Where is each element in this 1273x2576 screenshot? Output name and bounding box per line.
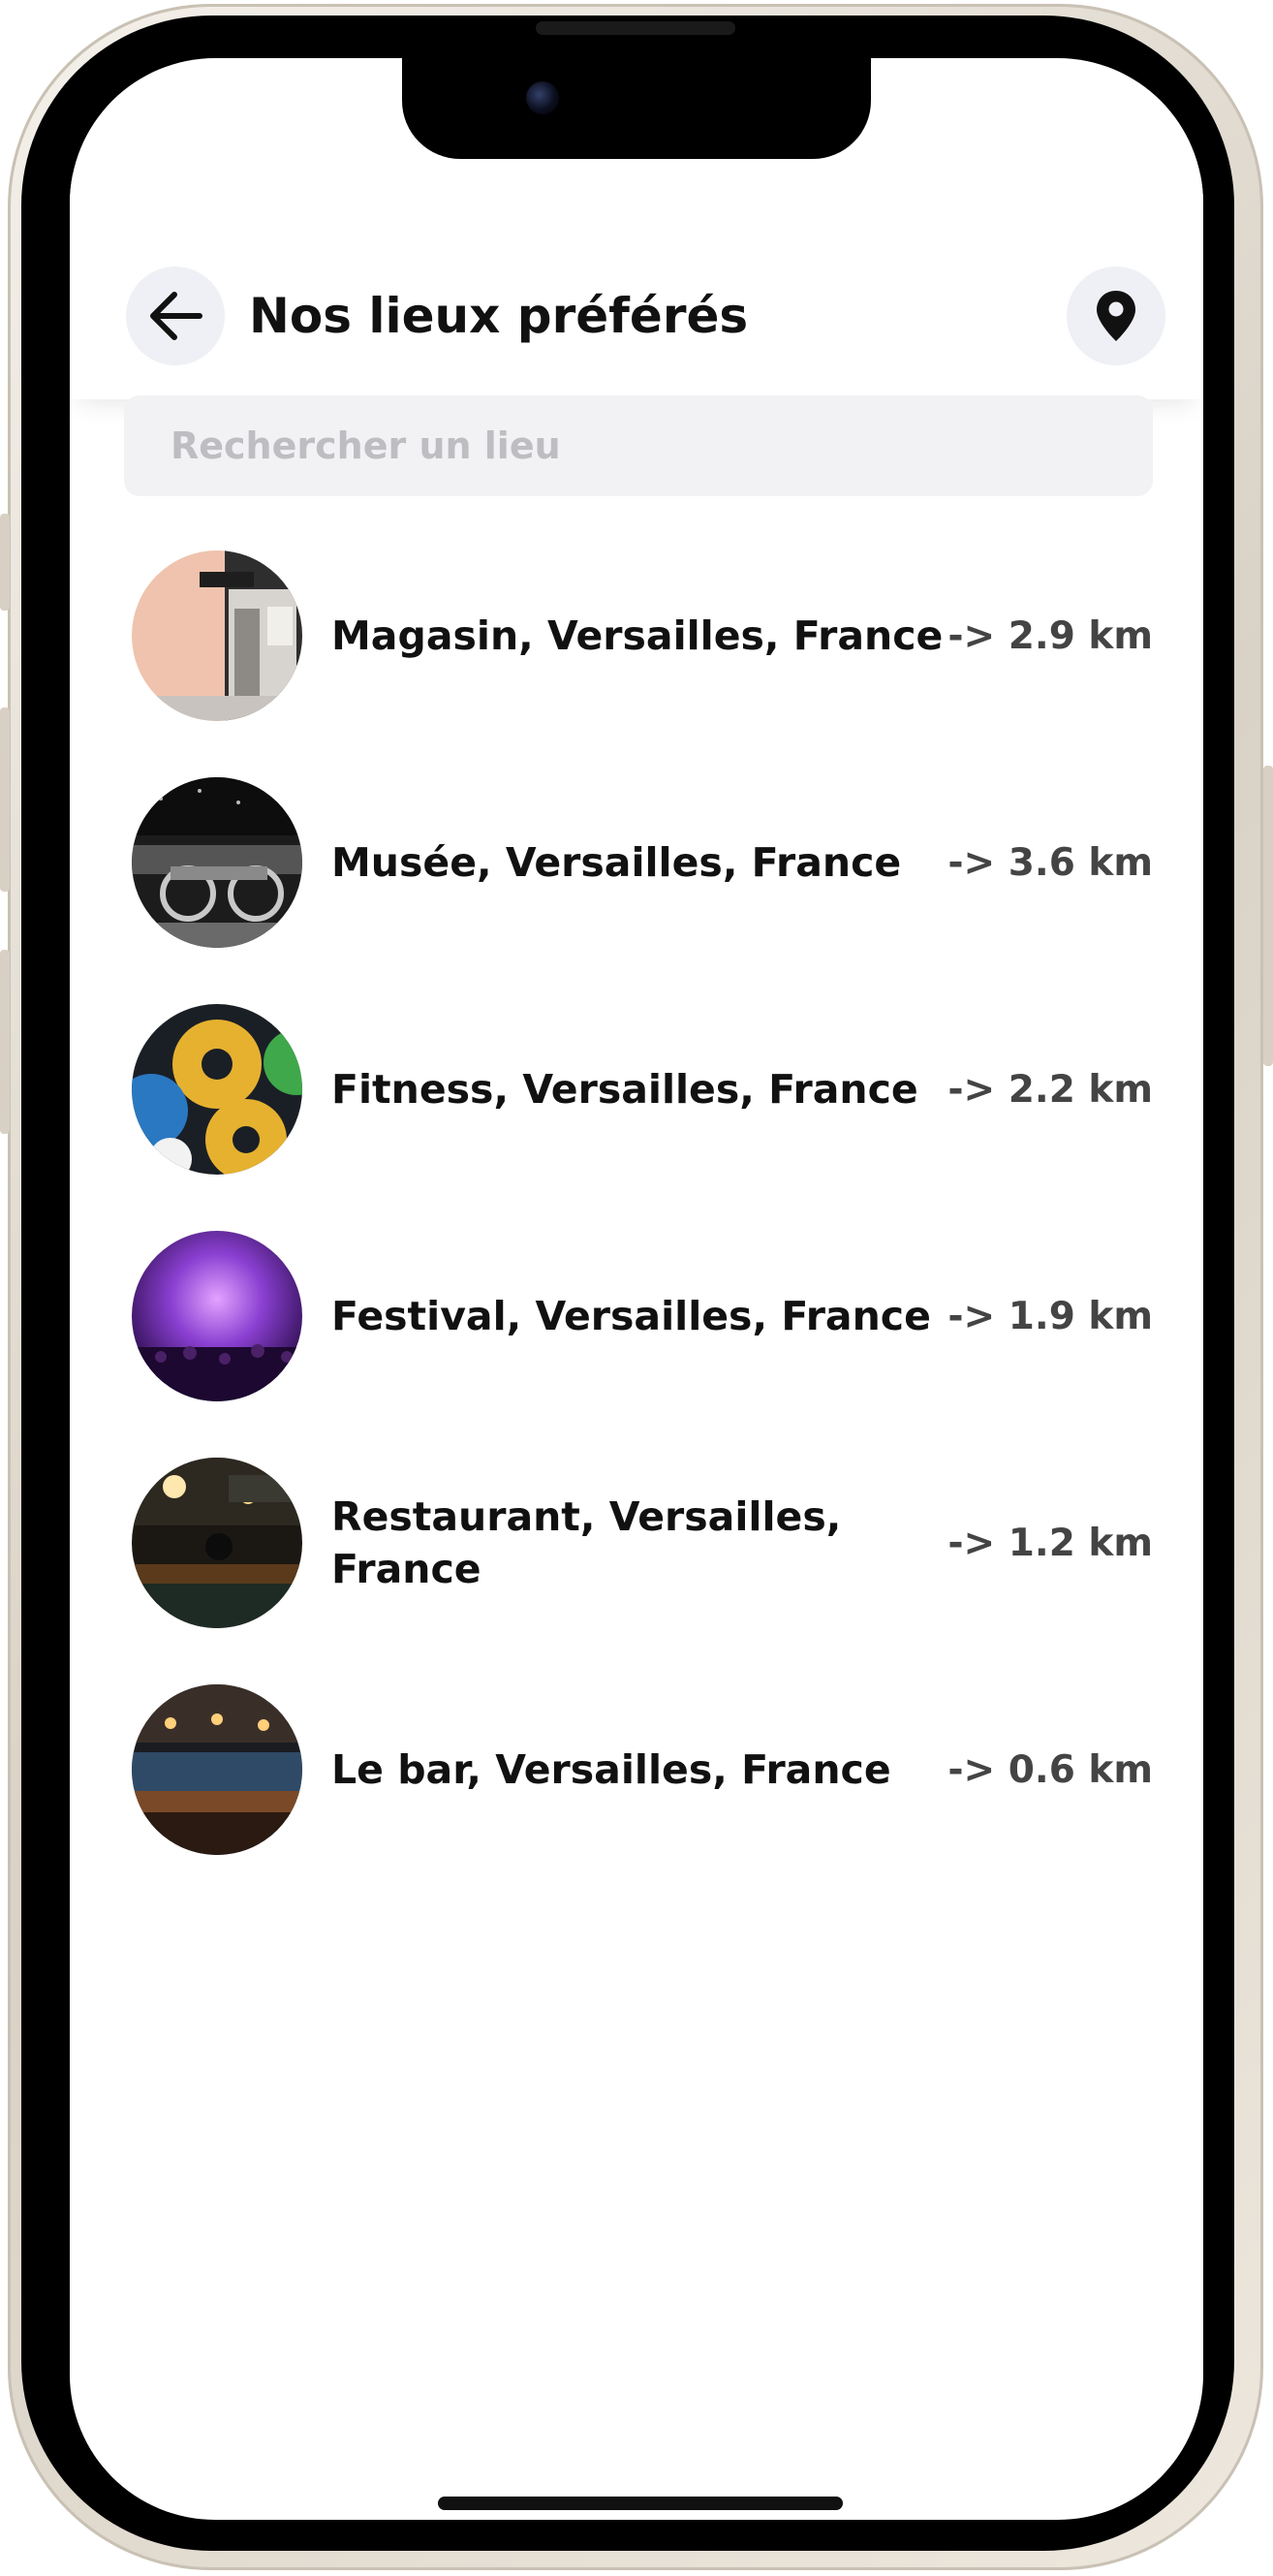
place-thumbnail — [132, 1231, 302, 1401]
place-distance: -> 1.2 km — [947, 1521, 1153, 1565]
earpiece-speaker — [536, 21, 735, 35]
front-camera — [526, 81, 559, 114]
place-name: Fitness, Versailles, France — [331, 1066, 918, 1113]
app-screen: Nos lieux préférés Magasin — [70, 58, 1203, 2520]
volume-down-button — [0, 950, 10, 1134]
place-thumbnail — [132, 1458, 302, 1628]
volume-up-button — [0, 707, 10, 892]
search-input[interactable] — [124, 395, 1153, 496]
app-header: Nos lieux préférés — [70, 174, 1203, 399]
place-distance: -> 2.9 km — [947, 613, 1153, 658]
location-button[interactable] — [1067, 267, 1165, 365]
place-thumbnail — [132, 550, 302, 721]
power-button — [1263, 766, 1273, 1066]
place-name: Musée, Versailles, France — [331, 839, 902, 886]
place-thumbnail — [132, 1004, 302, 1175]
list-item[interactable]: Musée, Versailles, France -> 3.6 km — [70, 771, 1203, 998]
list-item[interactable]: Restaurant, Versailles, France -> 1.2 km — [70, 1452, 1203, 1679]
back-button[interactable] — [126, 267, 225, 365]
place-name: Restaurant, Versailles, France — [331, 1493, 842, 1592]
map-pin-icon — [1097, 291, 1135, 341]
list-item[interactable]: Festival, Versailles, France -> 1.9 km — [70, 1225, 1203, 1452]
place-name: Magasin, Versailles, France — [331, 613, 944, 659]
notch — [402, 58, 871, 159]
page-title: Nos lieux préférés — [249, 288, 749, 344]
list-item[interactable]: Fitness, Versailles, France -> 2.2 km — [70, 998, 1203, 1225]
place-distance: -> 2.2 km — [947, 1067, 1153, 1112]
place-thumbnail — [132, 777, 302, 948]
home-indicator[interactable] — [438, 2497, 843, 2510]
list-item[interactable]: Magasin, Versailles, France -> 2.9 km — [70, 545, 1203, 771]
place-name: Festival, Versailles, France — [331, 1293, 931, 1339]
place-distance: -> 3.6 km — [947, 840, 1153, 885]
arrow-left-icon — [150, 292, 202, 340]
place-distance: -> 1.9 km — [947, 1294, 1153, 1338]
place-distance: -> 0.6 km — [947, 1747, 1153, 1792]
place-name: Le bar, Versailles, France — [331, 1746, 891, 1793]
silent-switch — [0, 514, 10, 611]
place-thumbnail — [132, 1684, 302, 1855]
list-item[interactable]: Le bar, Versailles, France -> 0.6 km — [70, 1679, 1203, 1905]
places-list: Magasin, Versailles, France -> 2.9 km Mu… — [70, 545, 1203, 1905]
